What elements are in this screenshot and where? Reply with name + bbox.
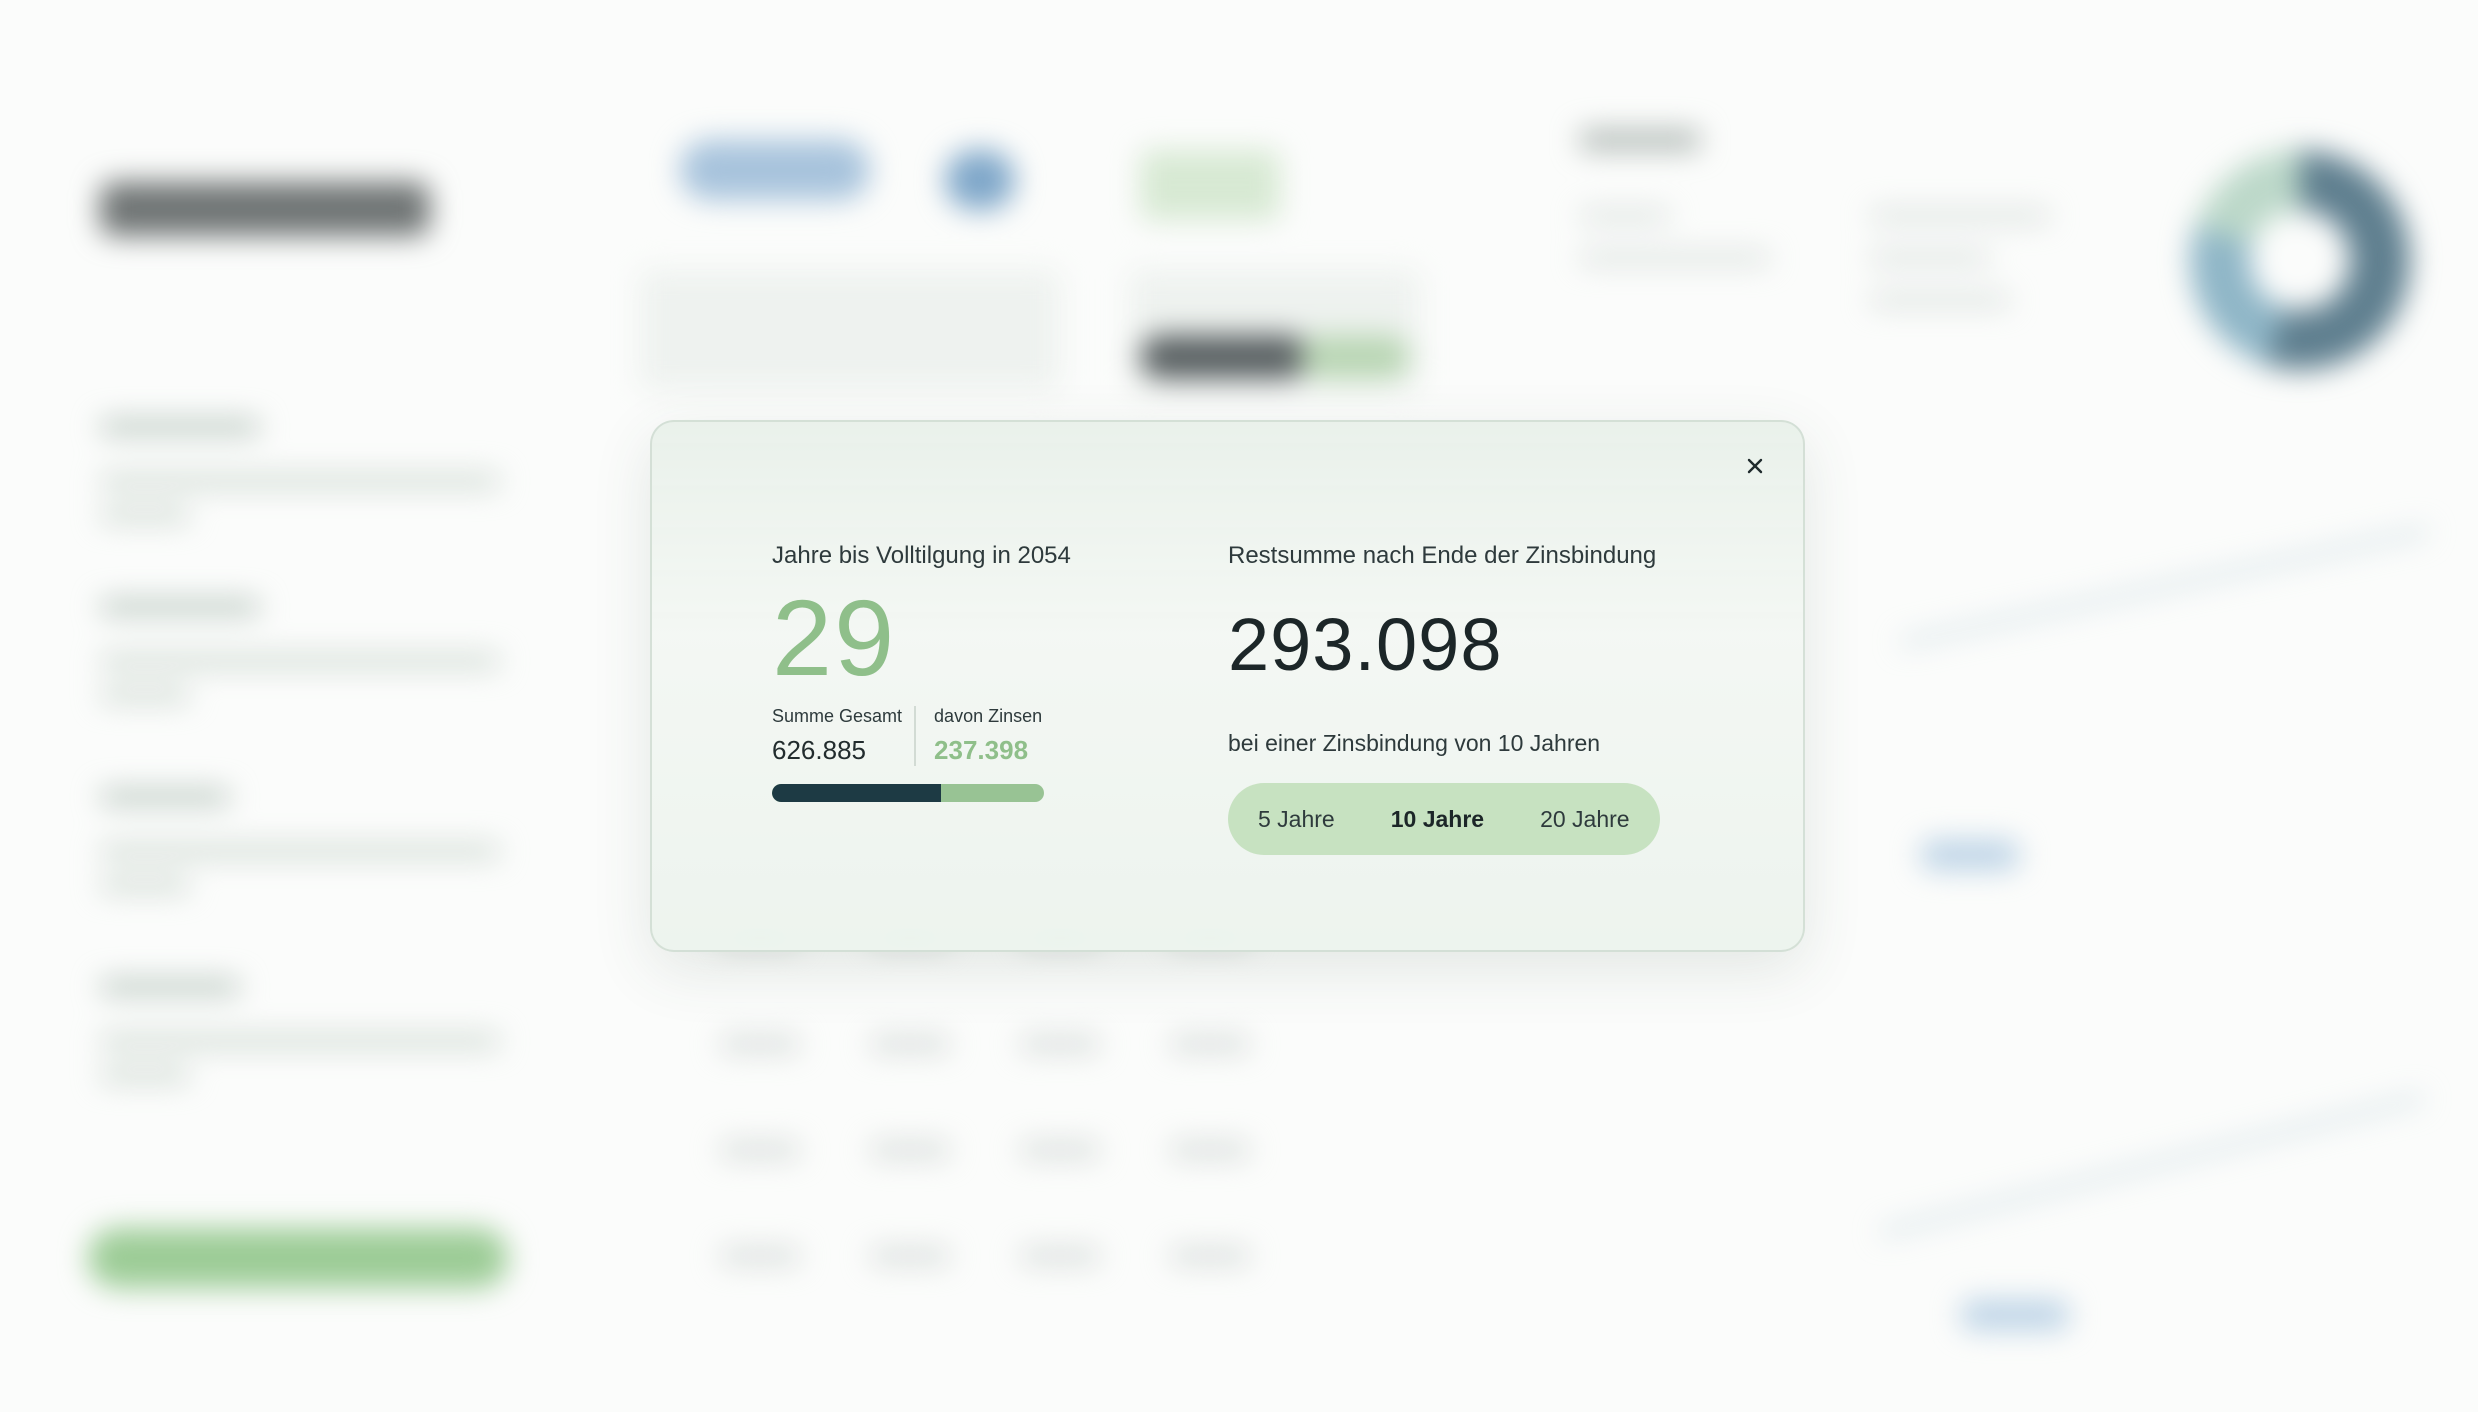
- payoff-summary: Jahre bis Volltilgung in 2054 29 Summe G…: [772, 542, 1192, 802]
- fixed-rate-period-text: bei einer Zinsbindung von 10 Jahren: [1228, 730, 1601, 756]
- bg-dark-pill: [1140, 335, 1310, 379]
- years-value: 29: [772, 577, 897, 698]
- period-option-10[interactable]: 10 Jahre: [1351, 783, 1524, 855]
- sidebar-section: [100, 420, 520, 522]
- bg-green-block: [1140, 150, 1280, 220]
- bg-blue-chip: [680, 140, 870, 200]
- period-option-5[interactable]: 5 Jahre: [1242, 783, 1351, 855]
- fixed-rate-period-selector: 5 Jahre 10 Jahre 20 Jahre: [1228, 783, 1660, 855]
- principal-interest-bar: [772, 784, 1044, 802]
- loan-summary-modal: Jahre bis Volltilgung in 2054 29 Summe G…: [650, 420, 1805, 952]
- app-logo: [100, 182, 430, 236]
- remaining-label: Restsumme nach Ende der Zinsbindung: [1228, 542, 1657, 569]
- sum-total-value: 626.885: [772, 735, 866, 765]
- years-label: Jahre bis Volltilgung in 2054: [772, 542, 1071, 569]
- interest-value: 237.398: [934, 735, 1029, 765]
- bg-blue-chip: [945, 150, 1015, 210]
- bg-panel: [640, 270, 1060, 390]
- sum-breakdown: Summe Gesamt 626.885 davon Zinsen 237.39…: [772, 706, 1192, 766]
- sum-total-label: Summe Gesamt: [772, 706, 903, 726]
- bg-donut-hole: [2250, 210, 2350, 310]
- sidebar-section: [100, 600, 520, 702]
- sidebar-section: [100, 790, 520, 892]
- bg-green-pill: [1300, 335, 1410, 379]
- sum-total: Summe Gesamt 626.885: [772, 706, 914, 766]
- bg-blue-chip: [1960, 1300, 2070, 1330]
- bg-blue-chip: [1920, 840, 2020, 870]
- close-icon: [1747, 458, 1763, 474]
- bg-stats: [1580, 130, 1840, 264]
- interest-label: davon Zinsen: [934, 706, 1043, 726]
- remaining-value: 293.098: [1228, 603, 1503, 686]
- sidebar-section: [100, 980, 520, 1082]
- principal-share-fill: [772, 784, 941, 802]
- sidebar-cta-button: [88, 1228, 508, 1288]
- remaining-summary: Restsumme nach Ende der Zinsbindung 293.…: [1228, 542, 1748, 855]
- interest-total: davon Zinsen 237.398: [914, 706, 1042, 766]
- bg-table: [720, 930, 1440, 1264]
- close-button[interactable]: [1737, 448, 1773, 484]
- period-option-20[interactable]: 20 Jahre: [1524, 783, 1646, 855]
- bg-stats: [1870, 210, 2070, 306]
